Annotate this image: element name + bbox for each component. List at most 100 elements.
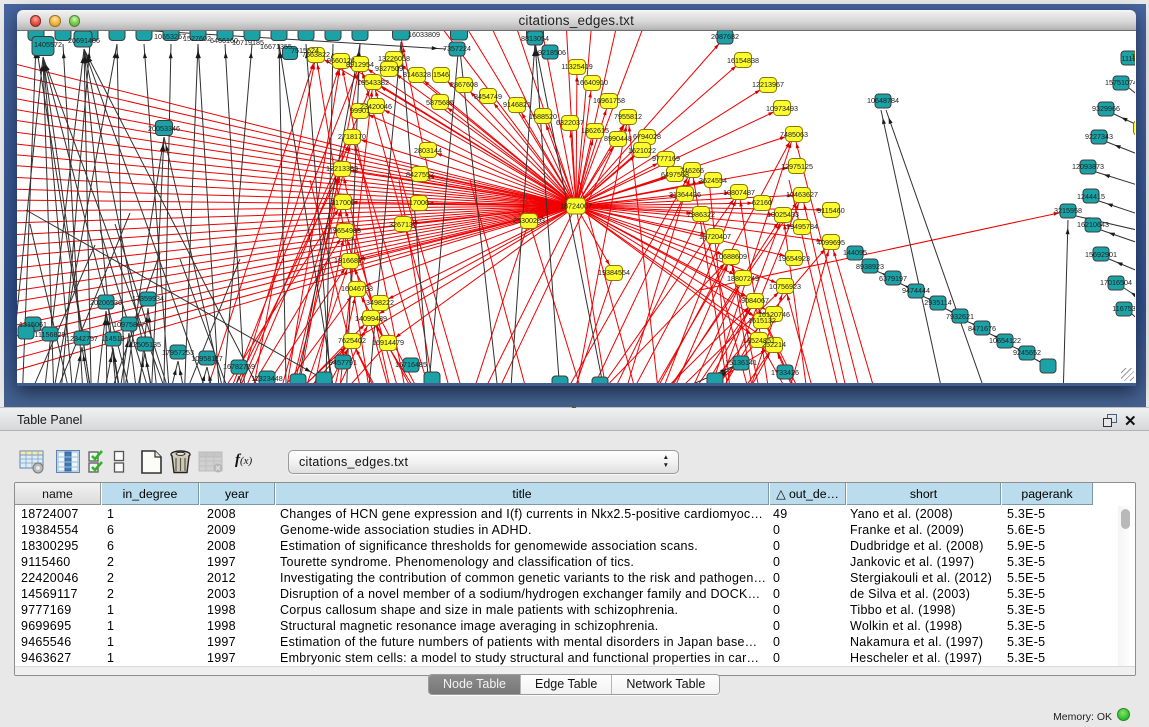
svg-text:17016504: 17016504	[1100, 278, 1132, 287]
svg-text:17006: 17006	[409, 198, 429, 207]
svg-text:16033809: 16033809	[408, 31, 440, 39]
svg-text:12213383: 12213383	[326, 164, 358, 173]
svg-text:62160: 62160	[752, 198, 772, 207]
svg-text:9227343: 9227343	[1085, 132, 1113, 141]
svg-text:4099695: 4099695	[817, 238, 845, 247]
svg-text:16671355: 16671355	[260, 42, 292, 51]
svg-text:112549: 112549	[1131, 52, 1135, 61]
svg-text:15692901: 15692901	[1085, 250, 1117, 259]
svg-text:7357224: 7357224	[443, 44, 471, 53]
svg-text:1733426: 1733426	[771, 368, 799, 377]
svg-text:9777169: 9777169	[652, 154, 680, 163]
svg-text:99901: 99901	[350, 106, 370, 115]
svg-text:5875685: 5875685	[426, 98, 454, 107]
svg-text:12505135: 12505135	[129, 340, 161, 349]
svg-text:3267130: 3267130	[389, 220, 417, 229]
svg-text:21364436: 21364436	[669, 190, 701, 199]
svg-text:9329966: 9329966	[1092, 104, 1120, 113]
svg-text:14099489: 14099489	[355, 314, 387, 323]
svg-text:9327509: 9327509	[375, 64, 403, 73]
svg-text:2087682: 2087682	[711, 32, 739, 41]
svg-text:18807249: 18807249	[727, 274, 759, 283]
svg-text:10653267: 10653267	[154, 32, 186, 41]
svg-text:12213967: 12213967	[752, 80, 784, 89]
svg-text:12342757: 12342757	[66, 334, 98, 343]
svg-text:19384554: 19384554	[598, 268, 630, 277]
svg-text:17957253: 17957253	[162, 348, 194, 357]
svg-text:16543382: 16543382	[357, 78, 389, 87]
svg-text:10973493: 10973493	[766, 104, 798, 113]
svg-text:10463627: 10463627	[786, 190, 818, 199]
svg-text:6322037: 6322037	[556, 118, 584, 127]
svg-text:7515524: 7515524	[291, 46, 319, 55]
svg-text:15720407: 15720407	[699, 232, 731, 241]
svg-text:1546: 1546	[433, 70, 449, 79]
svg-text:10807487: 10807487	[723, 188, 755, 197]
svg-text:16961758: 16961758	[593, 96, 625, 105]
svg-text:8938923: 8938923	[856, 262, 884, 271]
svg-text:11323448: 11323448	[251, 374, 282, 383]
svg-text:7625402: 7625402	[338, 336, 366, 345]
svg-text:10958117: 10958117	[191, 354, 222, 363]
svg-text:16640910: 16640910	[576, 78, 608, 87]
svg-text:18724007: 18724007	[560, 202, 592, 211]
svg-text:8427552: 8427552	[406, 170, 434, 179]
svg-text:6794028: 6794028	[633, 132, 661, 141]
svg-text:20206536: 20206536	[90, 298, 122, 307]
svg-text:15136141: 15136141	[725, 358, 757, 367]
svg-text:20691406: 20691406	[68, 36, 100, 45]
svg-text:10654122: 10654122	[989, 336, 1021, 345]
svg-text:1588520: 1588520	[529, 112, 557, 121]
svg-text:13226058: 13226058	[378, 54, 410, 63]
svg-text:10975867: 10975867	[113, 320, 145, 329]
svg-text:7955812: 7955812	[614, 112, 642, 121]
svg-text:19495784: 19495784	[786, 222, 818, 231]
svg-text:1405572: 1405572	[34, 40, 62, 49]
svg-text:19166827: 19166827	[334, 256, 366, 265]
svg-text:17359934: 17359934	[132, 294, 164, 303]
svg-text:12975125: 12975125	[781, 162, 813, 171]
svg-text:11156829: 11156829	[35, 330, 66, 339]
svg-text:10025433: 10025433	[767, 210, 799, 219]
svg-text:114519: 114519	[101, 334, 124, 343]
svg-text:8454749: 8454749	[474, 92, 502, 101]
svg-text:11325419: 11325419	[561, 62, 592, 71]
svg-text:7986322: 7986322	[687, 210, 715, 219]
svg-text:8146328: 8146328	[403, 70, 431, 79]
svg-text:7932621: 7932621	[946, 312, 974, 321]
svg-text:12093873: 12093873	[1072, 162, 1104, 171]
svg-text:15716485: 15716485	[395, 360, 427, 369]
svg-text:8912954: 8912954	[346, 60, 374, 69]
svg-text:25300203: 25300203	[513, 216, 545, 225]
svg-text:9084067: 9084067	[741, 296, 769, 305]
svg-text:16154838: 16154838	[727, 56, 759, 65]
svg-text:1315061: 1315061	[19, 320, 47, 329]
svg-text:1527602: 1527602	[183, 34, 211, 43]
svg-text:9457791: 9457791	[329, 358, 357, 367]
svg-text:9146821: 9146821	[503, 100, 531, 109]
svg-text:3498222: 3498222	[366, 298, 394, 307]
svg-text:16210643: 16210643	[1077, 220, 1109, 229]
svg-text:10648784: 10648784	[867, 96, 899, 105]
svg-text:1244415: 1244415	[1077, 192, 1105, 201]
svg-text:8813054: 8813054	[521, 34, 549, 43]
svg-text:2803144: 2803144	[414, 146, 442, 155]
svg-text:15751074: 15751074	[1105, 78, 1135, 87]
svg-text:8471676: 8471676	[968, 324, 996, 333]
svg-text:16782759: 16782759	[223, 362, 255, 371]
svg-text:116753: 116753	[1112, 304, 1135, 313]
svg-text:1615132: 1615132	[748, 316, 776, 325]
svg-text:144095: 144095	[843, 248, 867, 257]
svg-text:19654983: 19654983	[329, 226, 361, 235]
svg-text:10688609: 10688609	[715, 252, 747, 261]
svg-text:3215958: 3215958	[1054, 206, 1082, 215]
svg-text:19218506: 19218506	[534, 48, 566, 57]
svg-text:2935114: 2935114	[924, 298, 951, 307]
svg-text:7485063: 7485063	[780, 130, 808, 139]
svg-text:16046738: 16046738	[341, 284, 373, 293]
svg-text:19654923: 19654923	[778, 254, 810, 263]
svg-text:9245652: 9245652	[1013, 348, 1041, 357]
svg-text:8990448: 8990448	[604, 134, 632, 143]
svg-text:2718170: 2718170	[338, 132, 366, 141]
svg-text:6379197: 6379197	[879, 274, 907, 283]
